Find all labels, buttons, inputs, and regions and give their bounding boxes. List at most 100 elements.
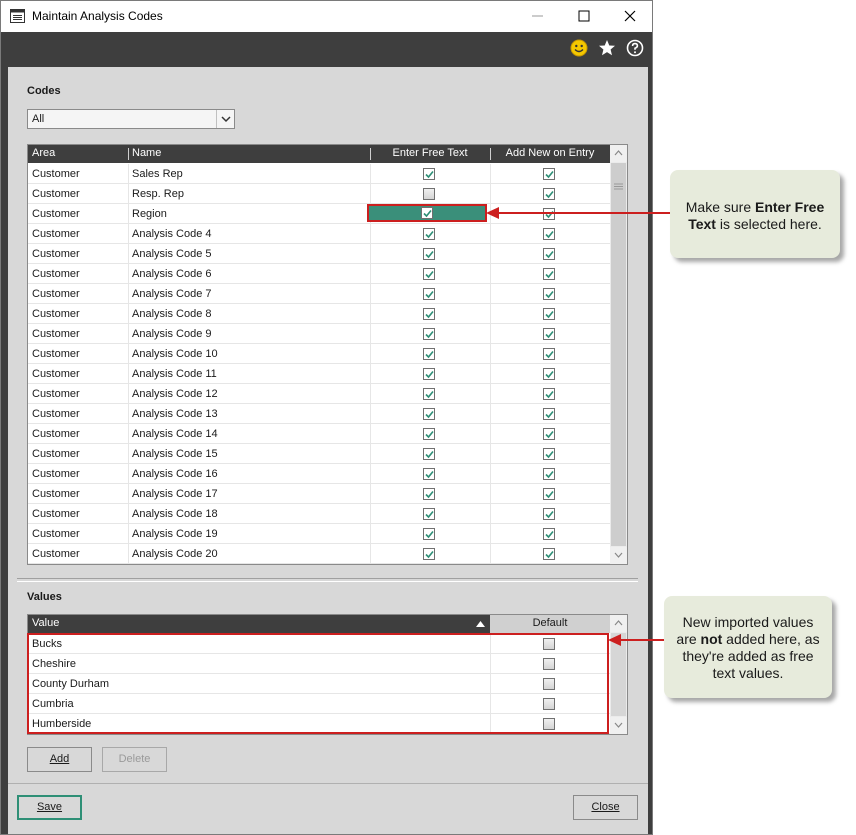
delete-button[interactable]: Delete [102,747,167,772]
checkbox-checked[interactable] [543,168,555,180]
checkbox-checked[interactable] [423,288,435,300]
table-row[interactable]: Customer Analysis Code 7 [28,284,610,304]
checkbox-checked[interactable] [543,348,555,360]
checkbox-checked[interactable] [423,468,435,480]
table-row[interactable]: Customer Region [28,204,610,224]
cell-area: Customer [32,168,80,180]
checkbox-checked[interactable] [423,548,435,560]
checkbox-checked[interactable] [543,428,555,440]
grip-icon [614,183,623,190]
checkbox-checked[interactable] [423,408,435,420]
checkbox-checked[interactable] [543,188,555,200]
checkbox-checked[interactable] [423,248,435,260]
star-icon[interactable] [598,39,616,57]
table-row[interactable]: Customer Analysis Code 18 [28,504,610,524]
checkbox-checked[interactable] [423,488,435,500]
checkbox-checked[interactable] [423,368,435,380]
arrow-head-icon [608,634,621,646]
minimize-button[interactable] [515,1,561,32]
table-row[interactable]: Customer Analysis Code 4 [28,224,610,244]
table-row[interactable]: Customer Analysis Code 6 [28,264,610,284]
column-header-value[interactable]: Value [32,615,59,633]
checkbox-unchecked[interactable] [423,188,435,200]
checkbox-checked[interactable] [543,488,555,500]
checkbox-checked[interactable] [423,308,435,320]
smiley-icon[interactable] [570,39,588,57]
callout-bold: not [700,631,723,647]
codes-scrollbar[interactable] [610,145,627,564]
help-icon[interactable] [626,39,644,57]
checkbox-checked[interactable] [543,388,555,400]
panel-splitter[interactable] [17,578,638,582]
table-row[interactable]: Customer Analysis Code 15 [28,444,610,464]
table-row[interactable]: Customer Analysis Code 11 [28,364,610,384]
checkbox-checked[interactable] [543,228,555,240]
table-row[interactable]: Customer Analysis Code 9 [28,324,610,344]
scroll-down-button[interactable] [610,547,627,564]
enter-free-text-highlight [367,204,487,222]
checkbox-checked[interactable] [423,528,435,540]
save-button[interactable]: Save [17,795,82,820]
column-header-name[interactable]: Name [132,145,161,163]
checkbox-checked[interactable] [543,208,555,220]
checkbox-checked[interactable] [423,328,435,340]
check-icon [425,390,434,399]
table-row[interactable]: Customer Analysis Code 17 [28,484,610,504]
checkbox-checked[interactable] [543,448,555,460]
table-row[interactable]: Customer Analysis Code 19 [28,524,610,544]
codes-grid[interactable]: Area Name Enter Free Text Add New on Ent… [27,144,628,565]
checkbox-checked[interactable] [543,408,555,420]
checkbox-checked[interactable] [543,368,555,380]
checkbox-checked[interactable] [543,508,555,520]
column-header-default[interactable]: Default [490,615,610,633]
checkbox-checked[interactable] [423,428,435,440]
checkbox-checked[interactable] [423,388,435,400]
add-button[interactable]: Add [27,747,92,772]
close-window-button[interactable] [607,1,653,32]
table-row[interactable]: Customer Sales Rep [28,164,610,184]
cell-divider [370,364,371,384]
checkbox-checked[interactable] [543,468,555,480]
window-title: Maintain Analysis Codes [32,9,163,23]
column-header-add-new-on-entry[interactable]: Add New on Entry [490,145,610,163]
table-row[interactable]: Customer Analysis Code 10 [28,344,610,364]
table-row[interactable]: Customer Analysis Code 20 [28,544,610,564]
checkbox-checked[interactable] [423,168,435,180]
check-icon [425,330,434,339]
table-row[interactable]: Customer Analysis Code 14 [28,424,610,444]
table-row[interactable]: Customer Analysis Code 12 [28,384,610,404]
check-icon [545,410,554,419]
checkbox-checked[interactable] [543,288,555,300]
checkbox-checked[interactable] [543,328,555,340]
checkbox-checked[interactable] [543,548,555,560]
table-row[interactable]: Customer Analysis Code 8 [28,304,610,324]
checkbox-checked[interactable] [423,268,435,280]
checkbox-checked[interactable] [543,268,555,280]
area-filter-select[interactable]: All [27,109,235,129]
checkbox-checked[interactable] [543,308,555,320]
table-row[interactable]: Customer Analysis Code 16 [28,464,610,484]
checkbox-checked[interactable] [423,448,435,460]
checkbox-checked[interactable] [421,207,433,219]
close-button[interactable]: Close [573,795,638,820]
cell-name: Analysis Code 13 [132,408,218,420]
maximize-button[interactable] [561,1,607,32]
checkbox-checked[interactable] [543,248,555,260]
scroll-up-button[interactable] [610,145,627,162]
checkbox-checked[interactable] [423,228,435,240]
checkbox-checked[interactable] [543,528,555,540]
column-header-area[interactable]: Area [32,145,55,163]
dropdown-arrow[interactable] [216,110,234,128]
scroll-up-button[interactable] [610,615,627,632]
cell-divider [490,544,491,564]
table-row[interactable]: Customer Resp. Rep [28,184,610,204]
table-row[interactable]: Customer Analysis Code 13 [28,404,610,424]
table-row[interactable]: Customer Analysis Code 5 [28,244,610,264]
cell-divider [370,444,371,464]
scroll-down-button[interactable] [610,717,627,734]
column-header-enter-free-text[interactable]: Enter Free Text [370,145,490,163]
checkbox-checked[interactable] [423,348,435,360]
cell-area: Customer [32,508,80,520]
checkbox-checked[interactable] [423,508,435,520]
scroll-thumb[interactable] [611,163,626,546]
